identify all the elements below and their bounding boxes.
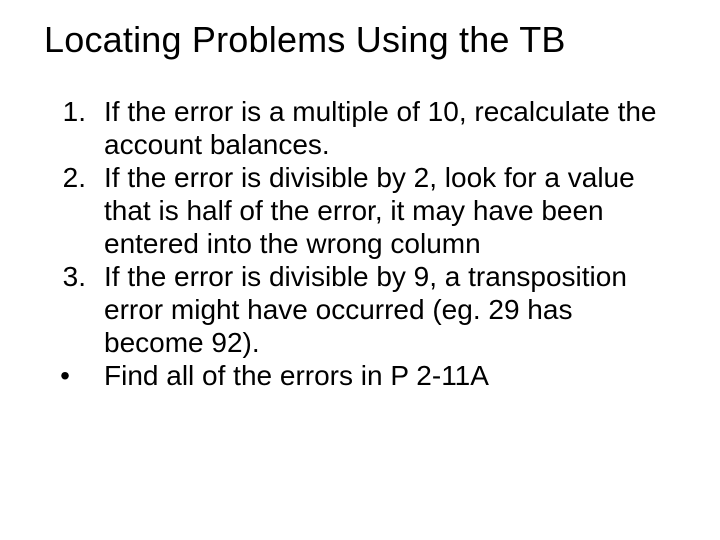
list-marker: 1. xyxy=(44,95,104,128)
content-list: 1. If the error is a multiple of 10, rec… xyxy=(44,95,676,392)
list-text: Find all of the errors in P 2-11A xyxy=(104,359,676,392)
list-item: • Find all of the errors in P 2-11A xyxy=(44,359,676,392)
slide: Locating Problems Using the TB 1. If the… xyxy=(0,0,720,540)
list-text: If the error is divisible by 2, look for… xyxy=(104,161,676,260)
list-marker: 2. xyxy=(44,161,104,194)
list-item: 1. If the error is a multiple of 10, rec… xyxy=(44,95,676,161)
bullet-icon: • xyxy=(44,359,104,392)
list-text: If the error is divisible by 9, a transp… xyxy=(104,260,676,359)
list-marker: 3. xyxy=(44,260,104,293)
slide-title: Locating Problems Using the TB xyxy=(44,18,676,61)
list-item: 3. If the error is divisible by 9, a tra… xyxy=(44,260,676,359)
list-item: 2. If the error is divisible by 2, look … xyxy=(44,161,676,260)
list-text: If the error is a multiple of 10, recalc… xyxy=(104,95,676,161)
